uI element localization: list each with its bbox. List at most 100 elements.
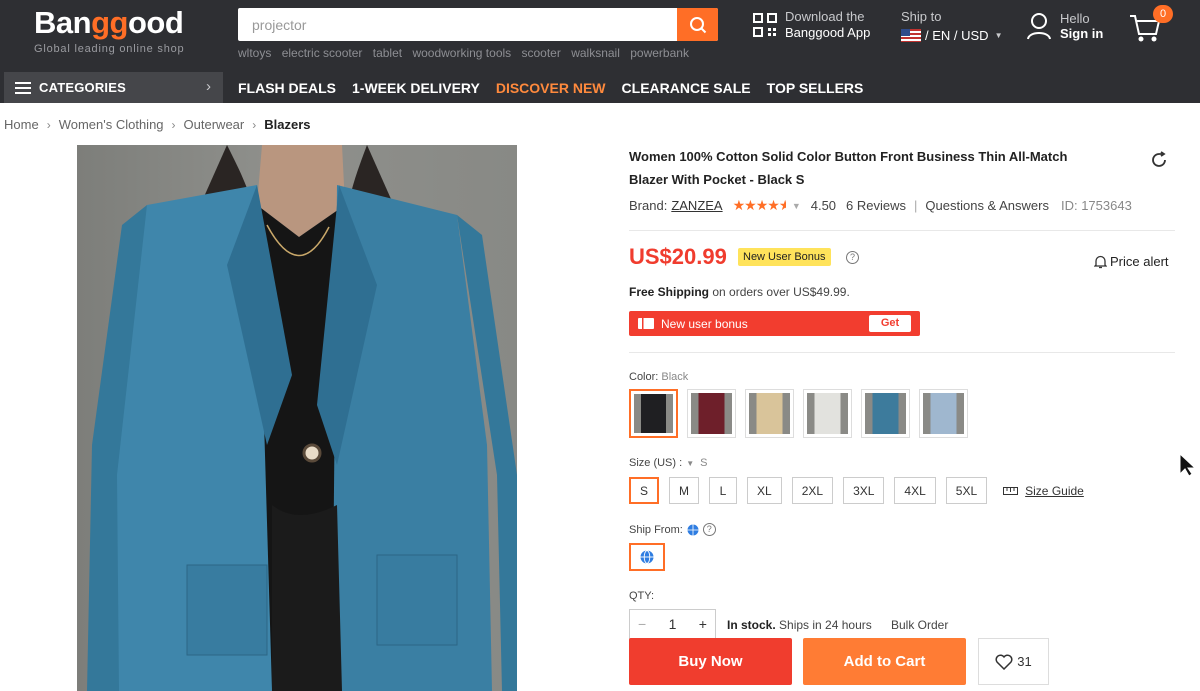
divider: [629, 352, 1175, 353]
ruler-icon: [1003, 486, 1019, 495]
size-option-2xl[interactable]: 2XL: [791, 477, 834, 504]
selected-size: S: [700, 457, 708, 469]
size-option-3xl[interactable]: 3XL: [843, 477, 885, 504]
price-alert-label: Price alert: [1110, 254, 1169, 269]
download-app-link[interactable]: Download the Banggood App: [752, 9, 870, 41]
color-swatch-thumbnail: [749, 393, 790, 434]
menu-icon: [15, 81, 31, 94]
cursor-arrow-icon: [1178, 452, 1198, 482]
cart-button[interactable]: 0: [1128, 5, 1173, 44]
nav-clearance-sale[interactable]: CLEARANCE SALE: [622, 80, 751, 96]
rating-stars-icon[interactable]: ★★★★★: [733, 197, 786, 214]
quantity-value[interactable]: 1: [669, 616, 677, 632]
size-option-5xl[interactable]: 5XL: [945, 477, 988, 504]
heart-icon: [995, 654, 1013, 670]
breadcrumb-outerwear[interactable]: Outerwear: [184, 117, 245, 132]
banggood-logo[interactable]: Banggood Global leading online shop: [34, 5, 184, 56]
chevron-down-icon: ▼: [686, 458, 695, 468]
categories-menu[interactable]: CATEGORIES ›: [4, 72, 223, 103]
new-user-bonus-text: New user bonus: [661, 316, 748, 331]
color-swatch[interactable]: [745, 389, 794, 438]
get-bonus-button[interactable]: Get: [869, 315, 911, 332]
qr-code-icon: [753, 13, 777, 37]
color-swatch[interactable]: [629, 389, 678, 438]
nav-flash-deals[interactable]: FLASH DEALS: [238, 80, 336, 96]
product-title: Women 100% Cotton Solid Color Button Fro…: [629, 149, 1068, 187]
color-swatches: [629, 389, 977, 438]
color-swatch[interactable]: [919, 389, 968, 438]
hot-search-link[interactable]: scooter: [522, 46, 561, 60]
size-guide-link[interactable]: Size Guide: [1003, 484, 1084, 498]
chevron-down-icon[interactable]: ▼: [792, 201, 801, 211]
nav-discover-new[interactable]: DISCOVER NEW: [496, 80, 606, 96]
reviews-link[interactable]: 6 Reviews: [846, 198, 906, 213]
new-user-bonus-bar[interactable]: New user bonus Get: [629, 311, 920, 336]
logo-wordmark: Banggood: [34, 5, 184, 40]
hot-search-link[interactable]: tablet: [373, 46, 402, 60]
size-option-xl[interactable]: XL: [747, 477, 782, 504]
coupon-icon: [638, 318, 654, 329]
hot-search-link[interactable]: electric scooter: [282, 46, 363, 60]
brand-link[interactable]: ZANZEA: [671, 198, 722, 213]
size-option-s[interactable]: S: [629, 477, 660, 504]
wishlist-button[interactable]: 31: [978, 638, 1049, 685]
hot-search-link[interactable]: walksnail: [571, 46, 620, 60]
breadcrumb-home[interactable]: Home: [4, 117, 39, 132]
color-swatch[interactable]: [803, 389, 852, 438]
product-main-image[interactable]: [77, 145, 517, 691]
minus-icon[interactable]: −: [638, 616, 646, 632]
product-id: ID: 1753643: [1060, 198, 1132, 213]
divider: [629, 230, 1175, 231]
hot-search-link[interactable]: powerbank: [630, 46, 689, 60]
cart-count-badge: 0: [1153, 5, 1173, 23]
ship-to-selector[interactable]: Ship to / EN / USD ▼: [901, 8, 1003, 44]
new-user-bonus-tag: New User Bonus: [738, 248, 831, 266]
bell-icon: [1094, 255, 1107, 268]
categories-label: CATEGORIES: [39, 80, 126, 95]
questions-answers-link[interactable]: Questions & Answers: [925, 198, 1049, 213]
color-swatch[interactable]: [861, 389, 910, 438]
selected-color: Black: [661, 371, 689, 383]
help-icon[interactable]: ?: [846, 251, 859, 264]
search-input[interactable]: [238, 8, 678, 41]
free-shipping-threshold: on orders over US$49.99.: [712, 285, 850, 299]
hot-search-link[interactable]: wltoys: [238, 46, 271, 60]
ship-from-label: Ship From: ?: [629, 523, 716, 536]
ship-from-option-global[interactable]: [629, 543, 665, 571]
quantity-stepper: − 1 +: [629, 609, 716, 639]
site-header: Banggood Global leading online shop wlto…: [0, 0, 1200, 103]
search-box: [238, 8, 718, 41]
buy-now-button[interactable]: Buy Now: [629, 638, 792, 685]
size-label: Size (US) : ▼ S: [629, 457, 708, 469]
hot-search-link[interactable]: woodworking tools: [412, 46, 511, 60]
globe-icon: [640, 550, 654, 564]
plus-icon[interactable]: +: [699, 616, 707, 632]
size-option-4xl[interactable]: 4XL: [894, 477, 936, 504]
color-swatch-thumbnail: [923, 393, 964, 434]
breadcrumb-womens-clothing[interactable]: Women's Clothing: [59, 117, 164, 132]
locale-text: / EN / USD: [925, 28, 989, 43]
add-to-cart-button[interactable]: Add to Cart: [803, 638, 966, 685]
sign-in-text: Sign in: [1060, 26, 1104, 41]
breadcrumb: Home › Women's Clothing › Outerwear › Bl…: [4, 117, 311, 132]
price-alert-button[interactable]: Price alert: [1094, 254, 1169, 269]
app-line2: Banggood App: [785, 25, 871, 40]
share-icon[interactable]: [1150, 151, 1168, 174]
main-nav: FLASH DEALS 1-WEEK DELIVERY DISCOVER NEW…: [238, 72, 879, 103]
sign-in-link[interactable]: Hello Sign in: [1026, 11, 1103, 41]
help-icon[interactable]: ?: [702, 523, 716, 536]
rating-value: 4.50: [810, 198, 837, 213]
qty-label: QTY:: [629, 590, 655, 602]
nav-top-sellers[interactable]: TOP SELLERS: [767, 80, 864, 96]
color-swatch-thumbnail: [865, 393, 906, 434]
nav-1-week-delivery[interactable]: 1-WEEK DELIVERY: [352, 80, 480, 96]
free-shipping-note: Free Shipping on orders over US$49.99.: [629, 285, 850, 299]
breadcrumb-blazers: Blazers: [264, 117, 311, 132]
size-option-m[interactable]: M: [669, 477, 700, 504]
search-button[interactable]: [677, 8, 718, 41]
size-option-l[interactable]: L: [709, 477, 738, 504]
bulk-order-link[interactable]: Bulk Order: [891, 618, 948, 632]
color-swatch[interactable]: [687, 389, 736, 438]
divider: |: [914, 198, 918, 213]
ship-time: Ships in 24 hours: [779, 618, 872, 632]
